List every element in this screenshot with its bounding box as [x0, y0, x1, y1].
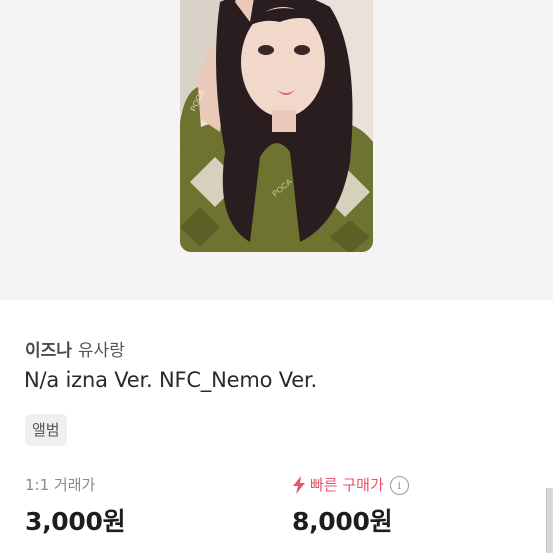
group-name[interactable]: 이즈나 — [25, 341, 72, 361]
fast-price-value: 8,000원 — [292, 507, 393, 536]
category-tag[interactable]: 앨범 — [25, 414, 67, 446]
trade-price-value: 3,000원 — [25, 507, 126, 536]
photocard-image[interactable]: POCA POCA — [180, 0, 373, 252]
fast-price-block: 빠른 구매가 i 8,000원 — [292, 474, 409, 538]
fast-price-label: 빠른 구매가 — [310, 476, 384, 494]
product-page: POCA POCA 이즈나 유사랑 N/a izna Ver. NFC_Nemo … — [0, 0, 553, 553]
info-circle-icon[interactable]: i — [389, 475, 409, 495]
lightning-bolt-icon — [293, 476, 305, 494]
member-name[interactable]: 유사랑 — [78, 341, 125, 361]
product-title: N/a izna Ver. NFC_Nemo Ver. — [24, 368, 317, 392]
artist-line[interactable]: 이즈나 유사랑 — [25, 336, 125, 361]
trade-price-label: 1:1 거래가 — [25, 476, 96, 494]
trade-price-block: 1:1 거래가 3,000원 — [25, 474, 126, 538]
product-image-area: POCA POCA — [0, 0, 553, 300]
scrollbar[interactable] — [546, 488, 553, 553]
fast-price-label-row: 빠른 구매가 i — [292, 474, 409, 496]
